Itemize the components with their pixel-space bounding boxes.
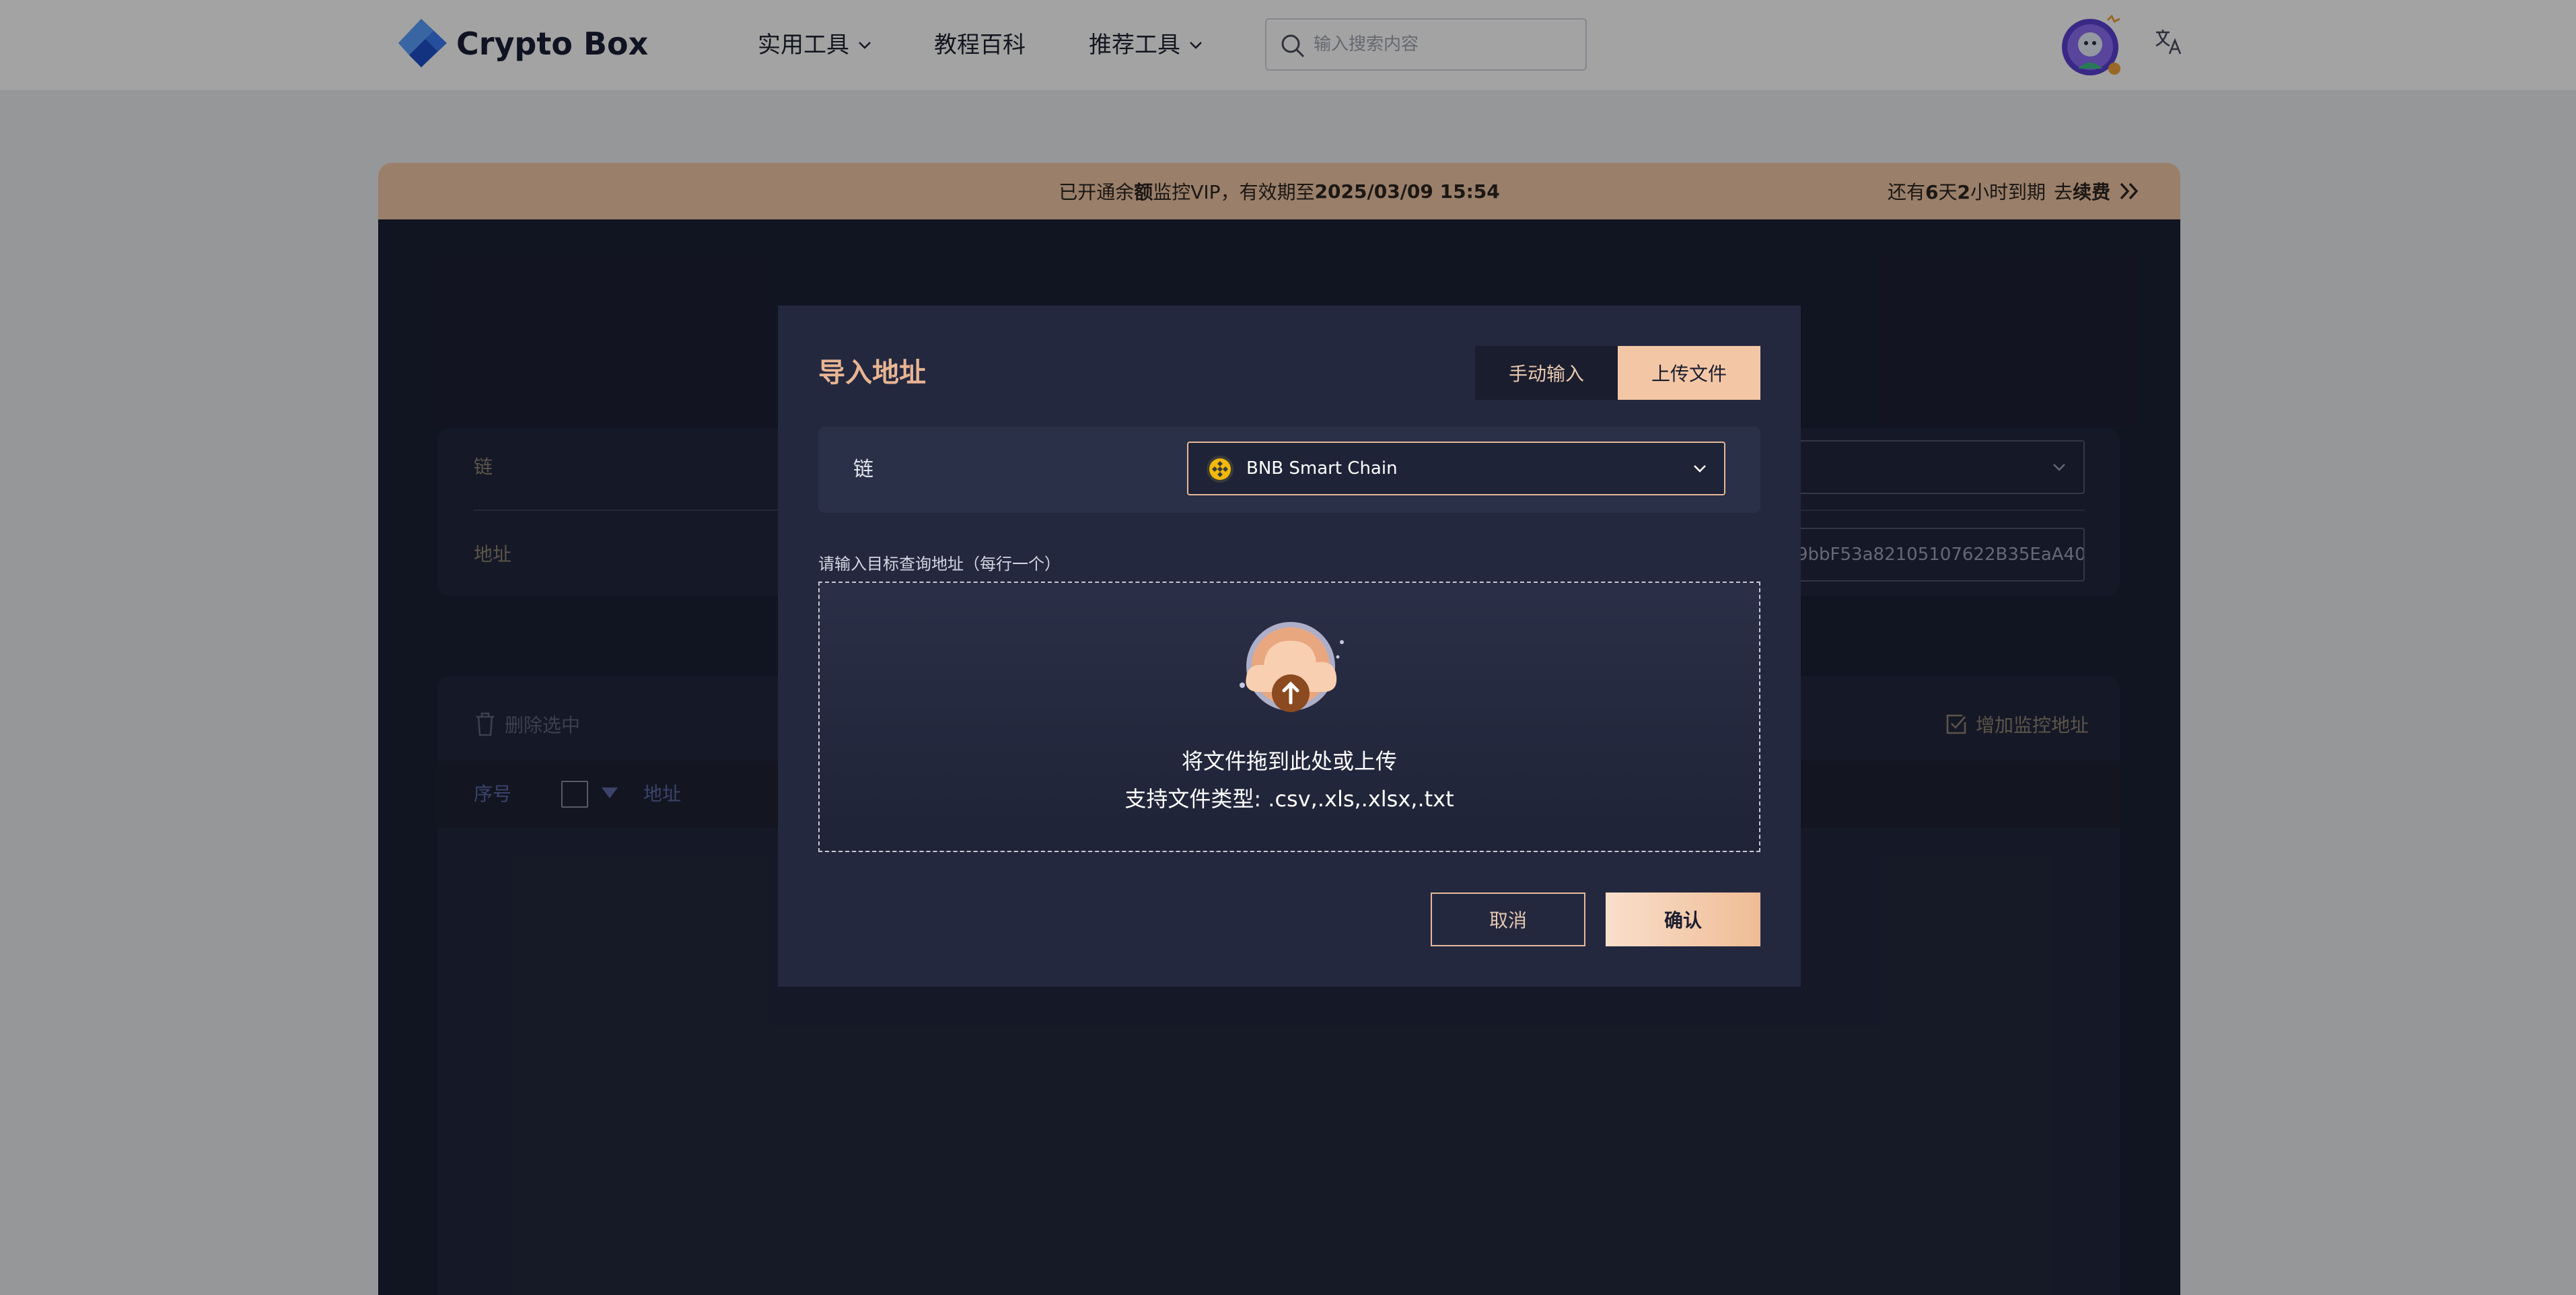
cloud-upload-icon (1240, 622, 1344, 712)
input-mode-tabs: 手动输入 上传文件 (1475, 346, 1760, 400)
import-address-modal: 导入地址 手动输入 上传文件 链 BNB Smart Chain 请输入目标查询… (778, 306, 1801, 987)
bnb-chain-icon (1207, 456, 1233, 483)
chain-select[interactable]: BNB Smart Chain (1187, 442, 1725, 495)
file-drop-zone[interactable]: 将文件拖到此处或上传 支持文件类型: .csv,.xls,.xlsx,.txt (818, 582, 1760, 852)
drop-instruction: 将文件拖到此处或上传 (1181, 748, 1397, 774)
chain-select-value: BNB Smart Chain (1246, 458, 1398, 479)
chain-row: 链 BNB Smart Chain (818, 427, 1760, 513)
tab-manual-input[interactable]: 手动输入 (1475, 346, 1618, 400)
modal-title: 导入地址 (818, 357, 926, 388)
tab-upload-file[interactable]: 上传文件 (1618, 346, 1760, 400)
address-input-hint: 请输入目标查询地址（每行一个） (818, 555, 1061, 573)
cancel-button[interactable]: 取消 (1431, 893, 1585, 946)
supported-file-types: 支持文件类型: .csv,.xls,.xlsx,.txt (1124, 786, 1454, 812)
modal-chain-label: 链 (853, 458, 873, 481)
chevron-down-icon (1694, 465, 1706, 473)
confirm-button[interactable]: 确认 (1606, 893, 1760, 946)
